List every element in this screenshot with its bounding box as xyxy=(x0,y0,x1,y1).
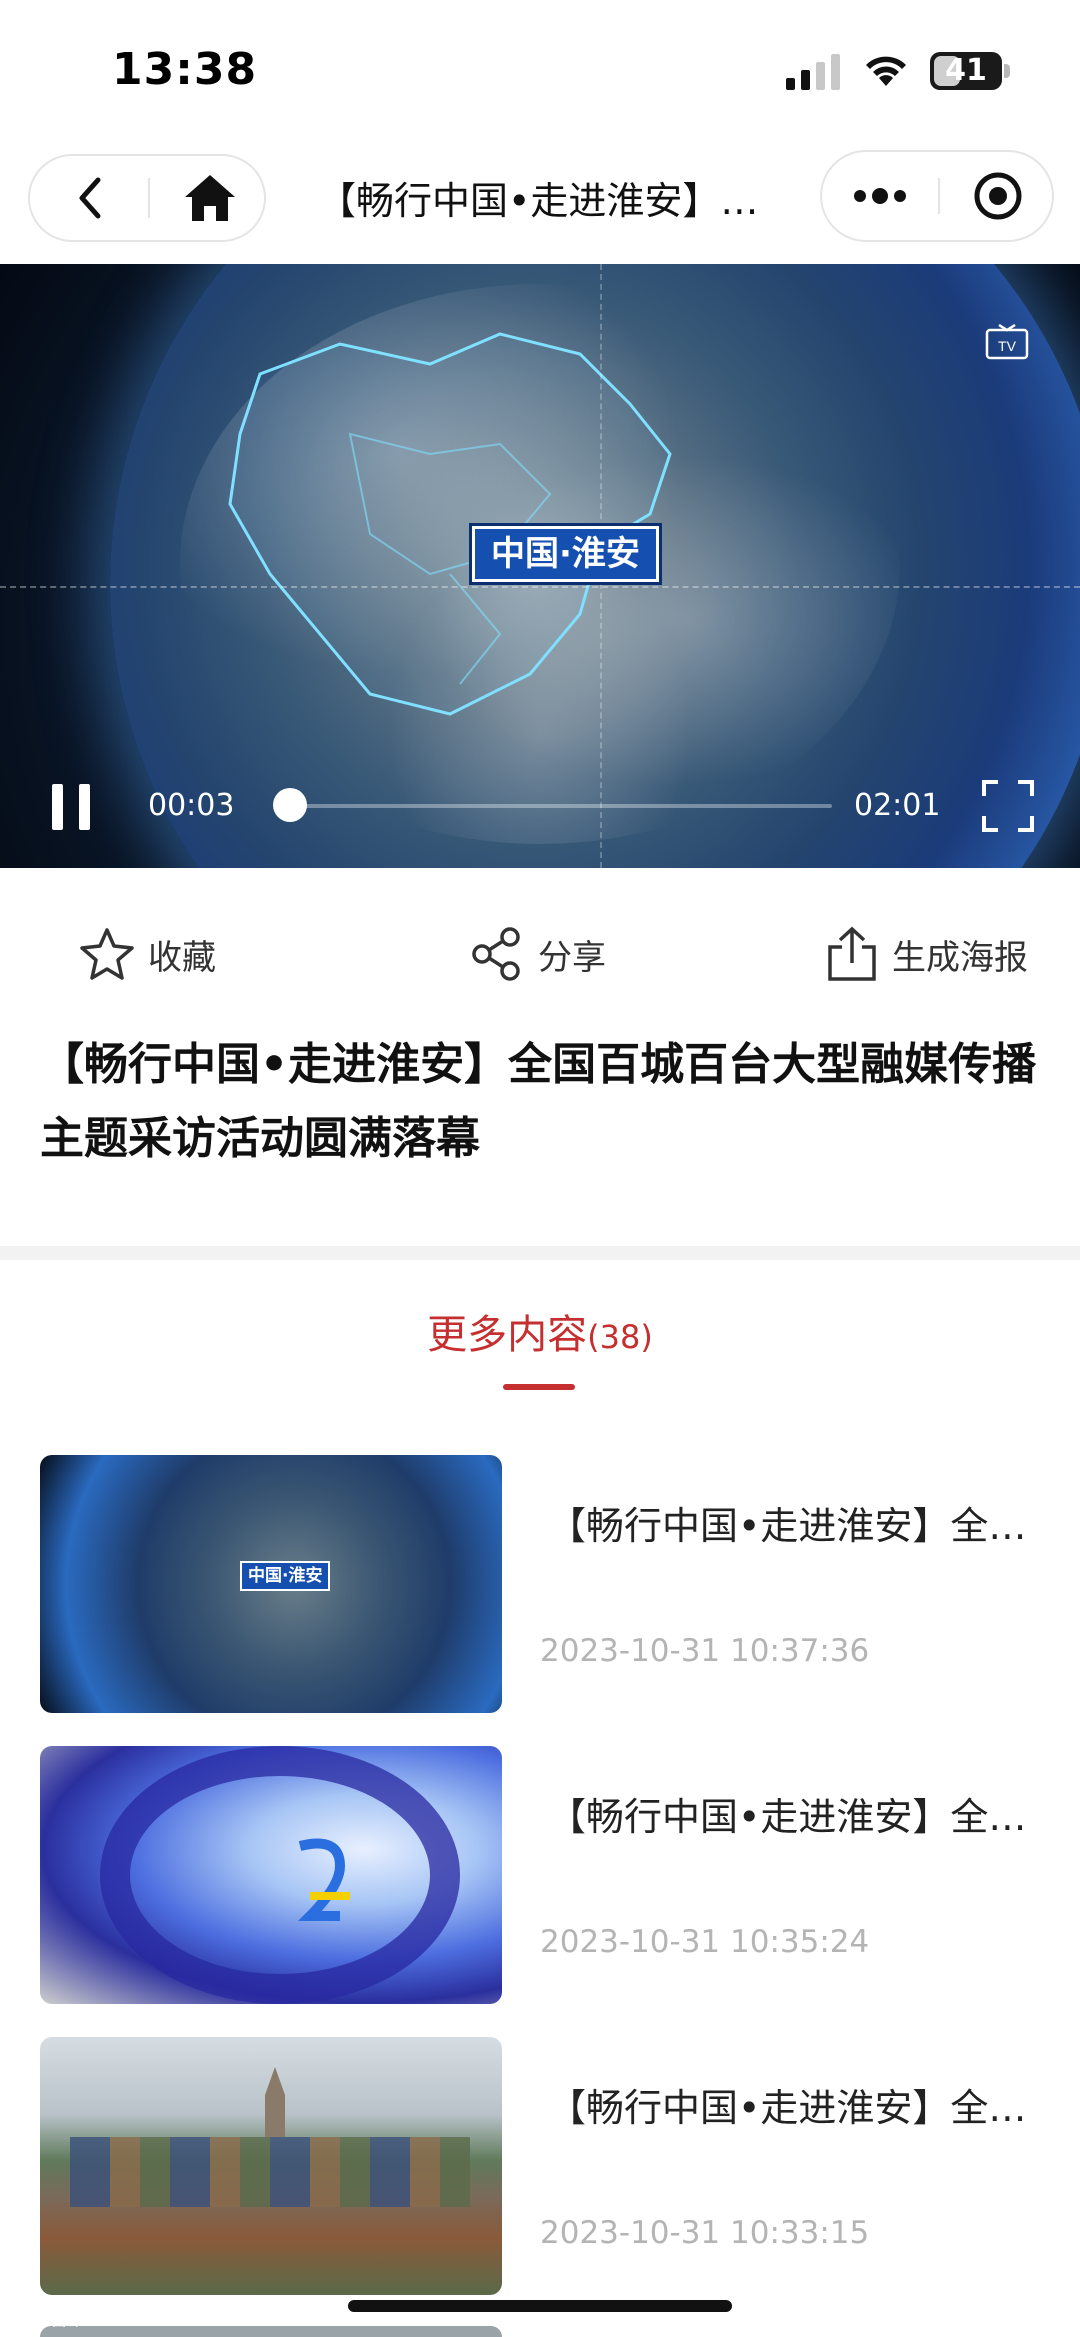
nav-divider xyxy=(148,178,150,218)
article-title: 【畅行中国•走进淮安】全国百城百台大型融媒传播主题采访活动圆满落幕 xyxy=(40,1039,1037,1164)
list-item-thumbnail: 中国·淮安 xyxy=(40,1455,502,1713)
battery-icon: 41 xyxy=(930,52,1002,90)
chevron-left-icon xyxy=(79,177,101,219)
favorite-label: 收藏 xyxy=(148,937,216,978)
poster-label: 生成海报 xyxy=(892,937,1028,978)
current-time: 00:03 xyxy=(148,788,235,823)
share-icon xyxy=(472,927,520,981)
list-item[interactable]: 中国·淮安 【畅行中国•走进淮安】全国百城百台大型融媒传播主题采访活动圆满落幕 … xyxy=(0,1455,1080,1715)
more-dots-icon xyxy=(854,188,906,204)
list-item-title: 【畅行中国•走进淮安】全国百城百台大型融媒传播主题采访活动圆满落幕 xyxy=(548,1504,1028,1548)
list-item-title: 【畅行中国•走进淮安】全国百城百台大型融媒传播主题采访活动 xyxy=(548,2086,1028,2130)
thumbnail-buildings xyxy=(70,2137,470,2207)
more-content-count: (38) xyxy=(587,1318,653,1356)
section-divider xyxy=(0,1246,1080,1260)
upload-share-icon xyxy=(828,926,876,981)
more-content-label: 更多内容 xyxy=(427,1312,588,1358)
thumbnail-badge: 中国·淮安 xyxy=(240,1561,331,1591)
share-button[interactable]: 分享 xyxy=(468,922,606,986)
tab-underline xyxy=(503,1384,575,1390)
list-item-thumbnail xyxy=(40,1746,502,2004)
back-button[interactable] xyxy=(50,156,130,240)
close-miniprogram-button[interactable] xyxy=(958,152,1038,240)
list-item-title: 【畅行中国•走进淮安】全国百城百台大型融媒传播主题采访活动 xyxy=(548,1795,1028,1839)
status-time: 13:38 xyxy=(112,44,258,95)
star-icon xyxy=(80,928,134,980)
next-thumbnail-peek xyxy=(40,2326,502,2337)
nav-title: 【畅行中国•走进淮安】… xyxy=(318,179,759,223)
nav-capsule-right xyxy=(820,150,1054,242)
nav-bar: 【畅行中国•走进淮安】… xyxy=(0,150,1080,250)
list-item-date: 2023-10-31 10:37:36 xyxy=(540,1633,870,1669)
pause-icon[interactable] xyxy=(46,776,98,836)
svg-text:TV: TV xyxy=(998,338,1017,354)
logo-mark-icon xyxy=(297,1838,350,1921)
video-controls: 00:03 02:01 xyxy=(0,764,1080,868)
cellular-signal-icon xyxy=(786,54,840,90)
list-item[interactable]: 【畅行中国•走进淮安】全国百城百台大型融媒传播主题采访活动 2023-10-31… xyxy=(0,2037,1080,2297)
tab-more-content[interactable]: 更多内容(38) xyxy=(0,1302,1080,1360)
battery-level: 41 xyxy=(945,53,987,88)
home-button[interactable] xyxy=(170,156,250,240)
progress-handle[interactable] xyxy=(273,788,307,822)
thumbnail-castle xyxy=(265,2067,285,2137)
home-icon xyxy=(185,175,235,221)
favorite-button[interactable]: 收藏 xyxy=(78,922,216,986)
share-label: 分享 xyxy=(538,937,606,978)
status-bar: 13:38 41 xyxy=(0,0,1080,140)
more-button[interactable] xyxy=(840,152,920,240)
target-icon xyxy=(974,172,1022,220)
list-item-date: 2023-10-31 10:33:15 xyxy=(540,2215,870,2251)
wifi-icon xyxy=(866,56,906,86)
video-location-badge: 中国·淮安 xyxy=(472,526,659,582)
list-item-date: 2023-10-31 10:35:24 xyxy=(540,1924,870,1960)
progress-track[interactable] xyxy=(276,804,832,808)
video-player[interactable]: 中国·淮安 TV 00:03 02:01 xyxy=(0,264,1080,868)
fullscreen-icon[interactable] xyxy=(980,778,1036,834)
nav-capsule-left xyxy=(28,154,266,242)
tv-icon[interactable]: TV xyxy=(984,324,1030,364)
generate-poster-button[interactable]: 生成海报 xyxy=(824,922,1028,986)
home-indicator[interactable] xyxy=(348,2300,732,2312)
battery-cap xyxy=(1004,64,1010,78)
nav-divider xyxy=(938,178,940,214)
action-row: 收藏 分享 生成海报 xyxy=(0,900,1080,1010)
total-time: 02:01 xyxy=(854,788,941,823)
list-item-thumbnail xyxy=(40,2037,502,2295)
video-guide-horizontal xyxy=(0,586,1080,588)
list-item[interactable]: 【畅行中国•走进淮安】全国百城百台大型融媒传播主题采访活动 2023-10-31… xyxy=(0,1746,1080,2006)
watermark: 大眼看淮 xyxy=(8,2306,88,2330)
